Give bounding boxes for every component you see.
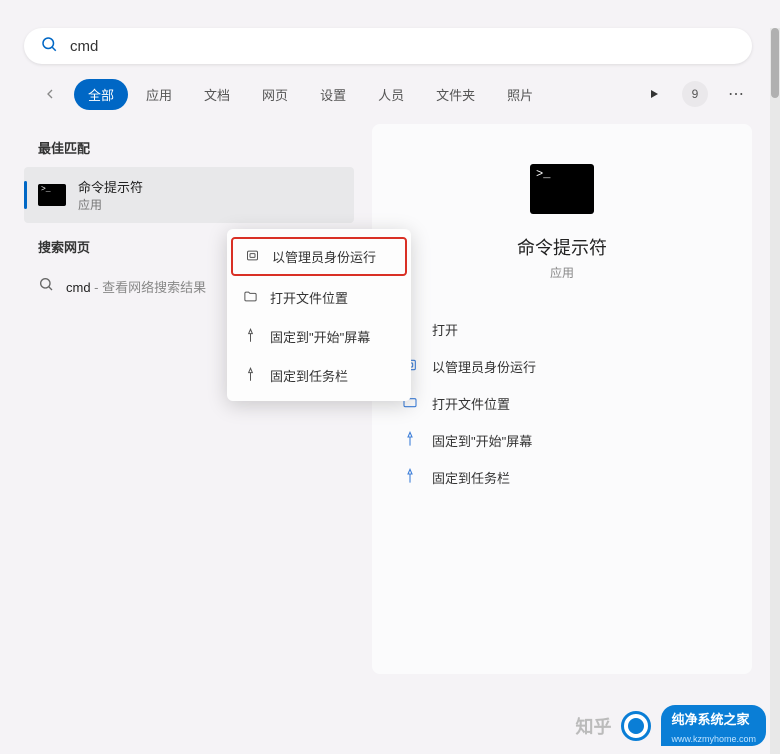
filter-tab-web[interactable]: 网页 <box>248 79 302 110</box>
pin-icon <box>243 328 258 346</box>
action-pin-start[interactable]: 固定到"开始"屏幕 <box>396 422 728 459</box>
action-label: 打开 <box>432 320 458 339</box>
ctx-run-as-admin[interactable]: 以管理员身份运行 <box>231 237 407 276</box>
filter-tab-docs[interactable]: 文档 <box>190 79 244 110</box>
action-open-location[interactable]: 打开文件位置 <box>396 385 728 422</box>
pin-icon <box>402 468 418 487</box>
preview-subtype: 应用 <box>396 264 728 281</box>
ctx-label: 固定到"开始"屏幕 <box>270 327 370 346</box>
result-item-cmd[interactable]: 命令提示符 应用 <box>24 167 354 223</box>
action-pin-taskbar[interactable]: 固定到任务栏 <box>396 459 728 496</box>
preview-panel: 命令提示符 应用 打开 以管理员身份运行 打开文件位置 固定到"开始"屏幕 固定… <box>372 124 752 674</box>
action-list: 打开 以管理员身份运行 打开文件位置 固定到"开始"屏幕 固定到任务栏 <box>396 311 728 496</box>
back-button[interactable] <box>36 80 64 108</box>
scrollbar-track[interactable] <box>770 28 780 754</box>
preview-title: 命令提示符 <box>396 234 728 260</box>
brand-url: www.kzmyhome.com <box>671 734 756 744</box>
search-input[interactable] <box>70 38 736 55</box>
action-run-as-admin[interactable]: 以管理员身份运行 <box>396 348 728 385</box>
folder-icon <box>243 289 258 307</box>
search-bar <box>24 28 752 64</box>
action-open[interactable]: 打开 <box>396 311 728 348</box>
filter-row: 全部 应用 文档 网页 设置 人员 文件夹 照片 9 ⋯ <box>0 64 780 124</box>
filter-tab-apps[interactable]: 应用 <box>132 79 186 110</box>
ctx-label: 以管理员身份运行 <box>272 247 376 266</box>
pin-icon <box>402 431 418 450</box>
context-menu: 以管理员身份运行 打开文件位置 固定到"开始"屏幕 固定到任务栏 <box>227 229 411 401</box>
action-label: 以管理员身份运行 <box>432 357 536 376</box>
shield-icon <box>245 248 260 266</box>
preview-app-icon <box>530 164 594 214</box>
web-search-suffix: - 查看网络搜索结果 <box>91 280 207 295</box>
filter-tab-all[interactable]: 全部 <box>74 79 128 110</box>
best-match-header: 最佳匹配 <box>24 124 354 167</box>
ctx-pin-start[interactable]: 固定到"开始"屏幕 <box>227 317 411 356</box>
action-label: 固定到"开始"屏幕 <box>432 431 532 450</box>
filter-tab-photos[interactable]: 照片 <box>493 79 547 110</box>
play-button[interactable] <box>638 78 670 110</box>
action-label: 打开文件位置 <box>432 394 510 413</box>
cmd-app-icon <box>38 184 66 206</box>
action-label: 固定到任务栏 <box>432 468 510 487</box>
ctx-label: 打开文件位置 <box>270 288 348 307</box>
result-title: 命令提示符 <box>78 177 143 196</box>
ctx-label: 固定到任务栏 <box>270 366 348 385</box>
filter-tab-people[interactable]: 人员 <box>364 79 418 110</box>
search-icon <box>38 276 54 297</box>
search-icon <box>40 35 58 58</box>
pin-icon <box>243 367 258 385</box>
filter-tab-folders[interactable]: 文件夹 <box>422 79 489 110</box>
brand-name: 纯净系统之家 <box>671 709 749 728</box>
result-subtype: 应用 <box>78 196 143 213</box>
notification-badge[interactable]: 9 <box>682 81 708 107</box>
ctx-pin-taskbar[interactable]: 固定到任务栏 <box>227 356 411 395</box>
ctx-open-location[interactable]: 打开文件位置 <box>227 278 411 317</box>
filter-tab-settings[interactable]: 设置 <box>306 79 360 110</box>
scrollbar-thumb[interactable] <box>771 28 779 98</box>
web-search-term: cmd <box>66 280 91 295</box>
more-button[interactable]: ⋯ <box>720 78 752 110</box>
